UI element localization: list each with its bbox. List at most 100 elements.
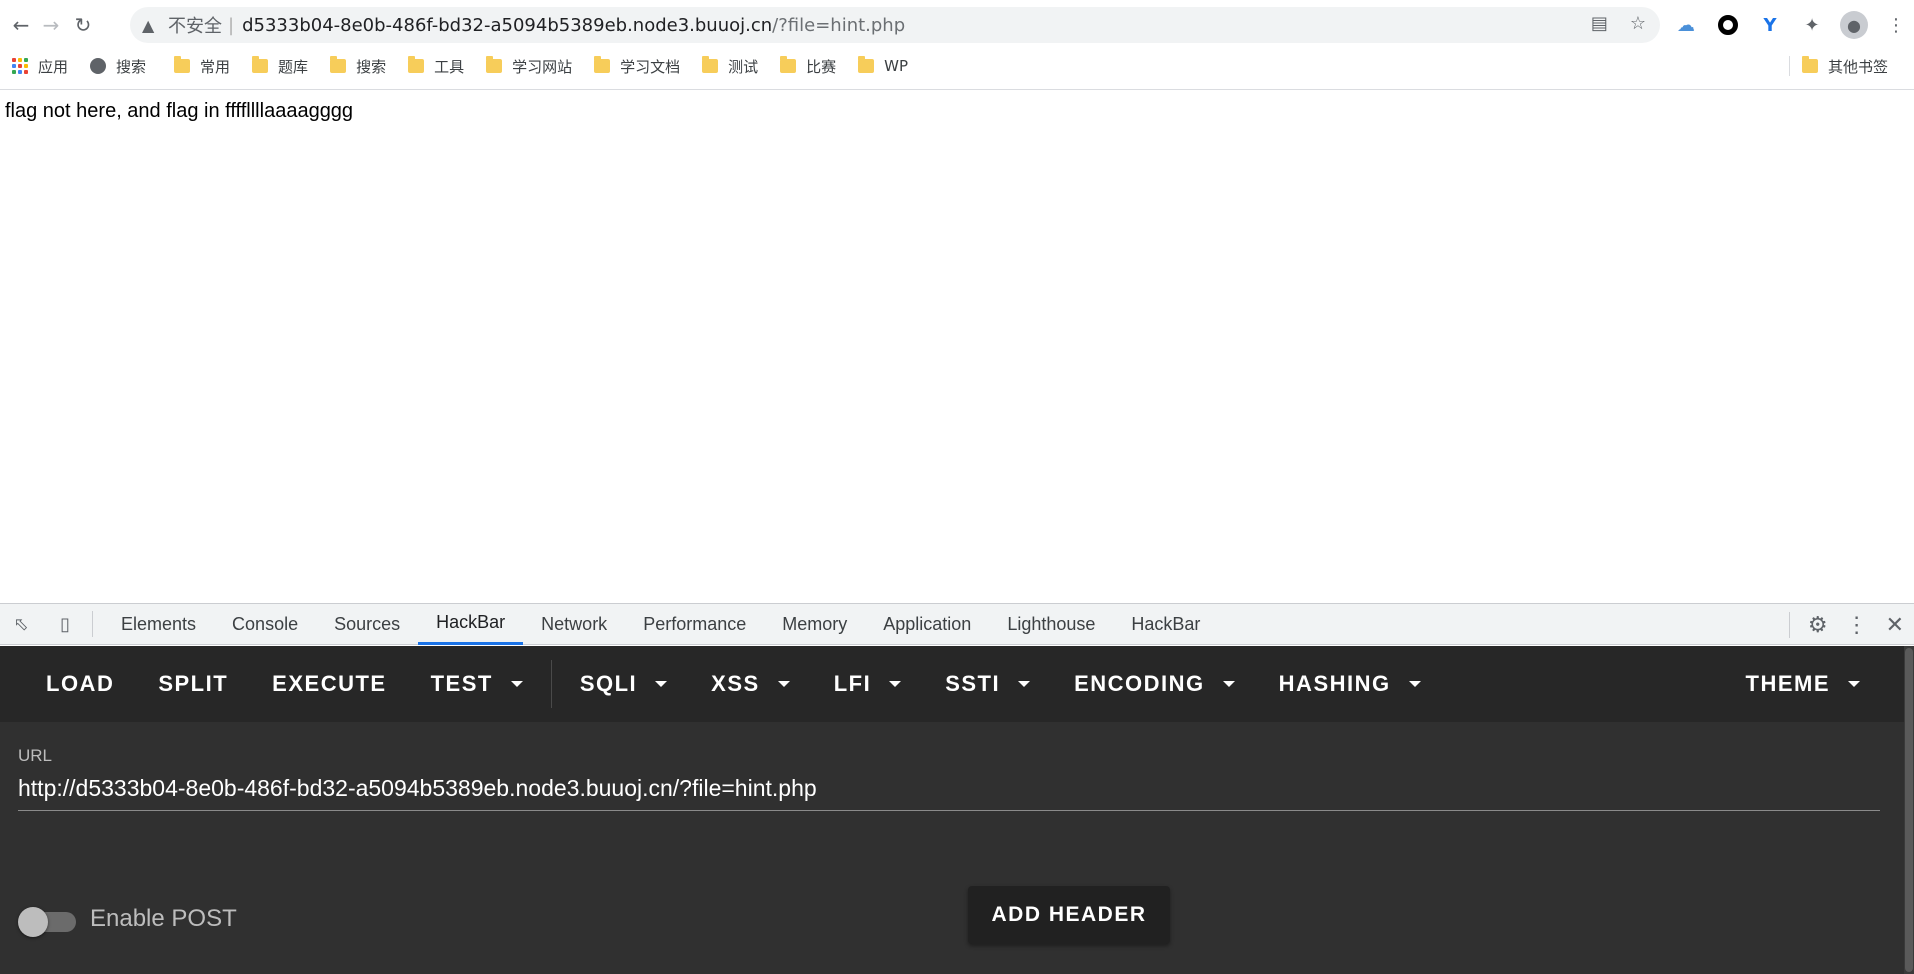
tab-hackbar[interactable]: HackBar — [1113, 604, 1218, 645]
bookmark-label: 工具 — [434, 57, 465, 76]
hashing-dropdown[interactable]: HASHING — [1257, 646, 1443, 722]
hashing-label: HASHING — [1278, 671, 1391, 696]
tab-sources[interactable]: Sources — [316, 604, 418, 645]
folder-icon — [252, 56, 269, 73]
load-button[interactable]: LOAD — [0, 646, 136, 722]
forward-arrow-icon[interactable]: → — [36, 10, 66, 40]
bookmark-folder-test[interactable]: 测试 — [702, 52, 768, 80]
bookmarks-bar: 应用 搜索 常用 题库 搜索 工具 学习网站 学习文档 测试 比赛 WP 其他书… — [0, 52, 1914, 80]
bookmark-folder-tools[interactable]: 工具 — [408, 52, 474, 80]
execute-button[interactable]: EXECUTE — [250, 646, 408, 722]
tab-memory[interactable]: Memory — [764, 604, 865, 645]
omnibox-actions: ▤ ☆ — [1591, 13, 1646, 34]
devtools-menu-icon[interactable]: ⋮ — [1846, 612, 1868, 638]
browser-toolbar: ← → ↻ ▲ 不安全 | d5333b04-8e0b-486f-bd32-a5… — [0, 0, 1914, 50]
tab-performance[interactable]: Performance — [625, 604, 764, 645]
cloud-extension-icon[interactable]: ☁ — [1672, 11, 1700, 39]
bookmark-search[interactable]: 搜索 — [90, 52, 156, 80]
lfi-label: LFI — [833, 671, 872, 696]
back-arrow-icon[interactable]: ← — [6, 10, 36, 40]
sqli-dropdown[interactable]: SQLI — [558, 646, 689, 722]
profile-avatar-icon[interactable]: ● — [1840, 11, 1868, 39]
bookmark-label: 测试 — [728, 57, 759, 76]
encoding-label: ENCODING — [1074, 671, 1205, 696]
tab-application[interactable]: Application — [865, 604, 989, 645]
url-field-label: URL — [18, 746, 53, 765]
address-bar[interactable]: ▲ 不安全 | d5333b04-8e0b-486f-bd32-a5094b53… — [130, 7, 1660, 43]
tab-lighthouse[interactable]: Lighthouse — [989, 604, 1113, 645]
hackbar-scrollbar[interactable] — [1904, 646, 1914, 974]
device-toggle-icon[interactable]: ▯ — [52, 611, 78, 637]
theme-label: THEME — [1745, 671, 1830, 696]
bookmark-label: 学习网站 — [512, 57, 573, 76]
theme-dropdown[interactable]: THEME — [1724, 646, 1883, 722]
bookmark-label: WP — [884, 57, 909, 75]
folder-icon — [780, 56, 797, 73]
split-label: SPLIT — [158, 671, 229, 696]
hackbar-menu: LOAD SPLIT EXECUTE TEST SQLI XSS LFI SST… — [0, 646, 1904, 722]
menu-divider — [550, 660, 552, 708]
toggle-knob — [18, 907, 48, 937]
caret-down-icon — [1408, 681, 1421, 687]
folder-icon — [486, 56, 503, 73]
bookmark-label: 题库 — [278, 57, 309, 76]
page-text: flag not here, and flag in ffffllllaaaag… — [5, 100, 354, 122]
browser-chrome: ← → ↻ ▲ 不安全 | d5333b04-8e0b-486f-bd32-a5… — [0, 0, 1914, 90]
add-header-button[interactable]: ADD HEADER — [968, 886, 1170, 944]
test-dropdown[interactable]: TEST — [409, 646, 545, 722]
bookmark-star-icon[interactable]: ☆ — [1630, 13, 1646, 34]
tab-elements[interactable]: Elements — [103, 604, 214, 645]
devtools-tab-bar: ⬁ ▯ Elements Console Sources HackBar Net… — [0, 603, 1914, 645]
folder-icon — [1801, 56, 1818, 73]
tab-divider — [92, 611, 93, 637]
ssti-dropdown[interactable]: SSTI — [923, 646, 1052, 722]
url-input[interactable]: http://d5333b04-8e0b-486f-bd32-a5094b538… — [18, 771, 1880, 811]
kebab-menu-icon[interactable]: ⋮ — [1882, 11, 1910, 39]
encoding-dropdown[interactable]: ENCODING — [1052, 646, 1257, 722]
bookmark-label: 搜索 — [356, 57, 387, 76]
bookmark-folder-wp[interactable]: WP — [858, 52, 918, 80]
bookmark-apps[interactable]: 应用 — [12, 52, 78, 80]
settings-gear-icon[interactable]: ⚙ — [1808, 612, 1828, 638]
bookmark-folder-other[interactable]: 其他书签 — [1788, 52, 1898, 80]
bookmark-folder-learning-sites[interactable]: 学习网站 — [486, 52, 582, 80]
bookmark-folder-search[interactable]: 搜索 — [330, 52, 396, 80]
circle-extension-icon[interactable] — [1714, 11, 1742, 39]
translate-icon[interactable]: ▤ — [1591, 13, 1608, 34]
puzzle-extensions-icon[interactable]: ✦ — [1798, 11, 1826, 39]
caret-down-icon — [889, 681, 902, 687]
apps-grid-icon — [12, 58, 28, 74]
close-devtools-icon[interactable]: ✕ — [1886, 612, 1904, 638]
bookmark-label: 常用 — [200, 57, 231, 76]
globe-icon — [90, 58, 107, 74]
reload-icon[interactable]: ↻ — [68, 10, 98, 40]
caret-down-icon — [1222, 681, 1235, 687]
omnibox-separator: | — [228, 14, 235, 36]
tab-console[interactable]: Console — [214, 604, 316, 645]
inspect-element-icon[interactable]: ⬁ — [8, 611, 34, 637]
devtools-panel: ⬁ ▯ Elements Console Sources HackBar Net… — [0, 603, 1914, 974]
sqli-label: SQLI — [579, 671, 638, 696]
bookmark-folder-common[interactable]: 常用 — [174, 52, 240, 80]
hackbar-panel: LOAD SPLIT EXECUTE TEST SQLI XSS LFI SST… — [0, 646, 1914, 974]
url-host: d5333b04-8e0b-486f-bd32-a5094b5389eb.nod… — [242, 14, 773, 36]
caret-down-icon — [510, 681, 523, 687]
bookmark-folder-learning-docs[interactable]: 学习文档 — [594, 52, 690, 80]
tab-hackbar-active[interactable]: HackBar — [418, 604, 524, 645]
devtools-actions: ⚙ ⋮ ✕ — [1788, 604, 1904, 646]
enable-post-toggle[interactable] — [18, 905, 78, 937]
bookmark-label: 其他书签 — [1827, 57, 1888, 76]
bookmark-separator — [1788, 56, 1790, 76]
xss-dropdown[interactable]: XSS — [689, 646, 812, 722]
split-button[interactable]: SPLIT — [136, 646, 250, 722]
bookmark-folder-problems[interactable]: 题库 — [252, 52, 318, 80]
folder-icon — [174, 56, 191, 73]
y-extension-icon[interactable]: Y — [1756, 11, 1784, 39]
folder-icon — [330, 56, 347, 73]
tab-network[interactable]: Network — [523, 604, 625, 645]
load-label: LOAD — [46, 671, 115, 696]
caret-down-icon — [1848, 681, 1860, 687]
lfi-dropdown[interactable]: LFI — [812, 646, 924, 722]
scrollbar-thumb[interactable] — [1905, 648, 1913, 972]
bookmark-folder-contest[interactable]: 比赛 — [780, 52, 846, 80]
